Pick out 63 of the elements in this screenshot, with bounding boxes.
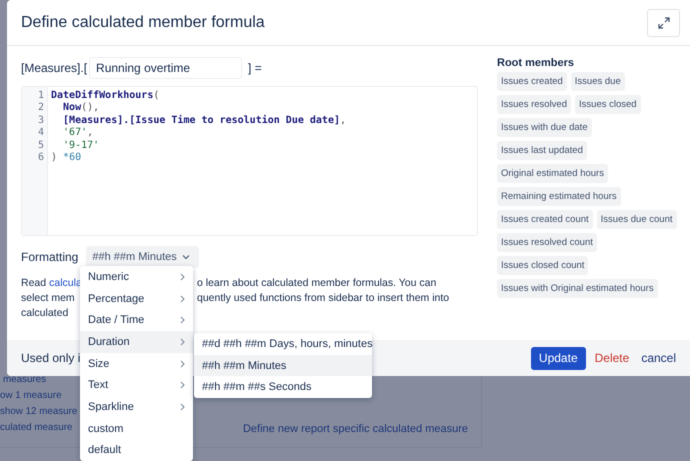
chevron-icon [180,402,185,411]
cancel-button[interactable]: cancel [638,351,676,365]
footer-note: Used only i [21,351,80,365]
menu-item[interactable]: ##d ##h ##m Days, hours, minutes [194,333,372,355]
help-text: quently used functions from sidebar to insert them into [197,291,450,306]
expand-icon [658,17,670,29]
chevron-icon [180,294,185,303]
line-number: 5 [38,140,44,152]
menu-item[interactable]: Percentage [80,288,193,310]
code-line: '9-17' [62,140,100,152]
code-line: [Measures].[Issue Time to resolution Due date], [62,114,346,128]
menu-item[interactable]: Date / Time [80,309,193,332]
member-chip[interactable]: Issues resolved [497,95,572,114]
delete-button[interactable]: Delete [590,351,634,365]
code-line: Now(), [62,102,100,115]
chevron-icon [180,272,185,281]
help-text: o learn about calculated member formulas. You can [197,276,436,291]
formatting-label: Formatting [21,250,78,264]
member-chip[interactable]: Issues due [570,72,625,91]
member-chip[interactable]: Original estimated hours [497,164,608,183]
code-line: ) *60 [51,152,82,164]
menu-item[interactable]: default [80,440,193,461]
dialog-title: Define calculated member formula [21,14,265,32]
menu-item[interactable]: Numeric [80,266,193,288]
equals-suffix: ] = [248,61,262,75]
line-number: 4 [38,127,44,140]
member-chip[interactable]: Issues resolved count [497,233,597,252]
chevron-icon [180,360,185,368]
measures-prefix: [Measures].[ [21,61,88,75]
menu-item[interactable]: Size [80,352,193,374]
root-members-title: Root members [497,57,576,69]
chevron-icon [180,316,185,324]
member-chip[interactable]: Issues with due date [497,118,592,137]
menu-item[interactable]: ##h ##m Minutes [194,354,372,376]
menu-item[interactable]: ##h ##m ##s Seconds [194,376,372,398]
line-number: 1 [38,90,44,102]
chevron-icon [180,338,185,346]
member-chip[interactable]: Issues created count [497,210,593,229]
menu-item[interactable]: custom [80,418,193,440]
code-editor[interactable]: 1 2 3 4 5 6 DateDiffWorkhours( Now(), [Measures].[Issue Time to resolution Due date], '67', '9-17' ) *60 [21,86,478,236]
member-chip[interactable]: Issues created [497,72,567,91]
member-chip[interactable]: Issues last updated [497,141,587,160]
menu-item[interactable]: Text [80,374,193,396]
member-name-field[interactable]: Running overtime [89,57,242,79]
line-number: 2 [38,102,44,115]
line-number: 3 [38,114,44,128]
code-line: DateDiffWorkhours( [51,90,160,102]
member-chip[interactable]: Remaining estimated hours [497,187,621,206]
line-number: 6 [38,152,44,164]
update-button[interactable]: Update [530,346,586,370]
chevron-icon [180,381,185,390]
chevron-down-icon [182,254,190,260]
menu-item[interactable]: Duration [80,331,193,353]
member-chip[interactable]: Issues due count [596,210,676,229]
expand-button[interactable] [647,9,680,37]
help-text: select mem [21,291,75,306]
code-line: '67', [62,127,94,140]
member-chip[interactable]: Issues with Original estimated hours [497,279,658,298]
help-text: calculated [21,306,68,321]
member-chip[interactable]: Issues closed [575,95,641,114]
formatting-dropdown[interactable]: ##h ##m Minutes [86,246,200,268]
member-chip[interactable]: Issues closed count [497,256,588,275]
menu-item[interactable]: Sparkline [80,396,193,418]
